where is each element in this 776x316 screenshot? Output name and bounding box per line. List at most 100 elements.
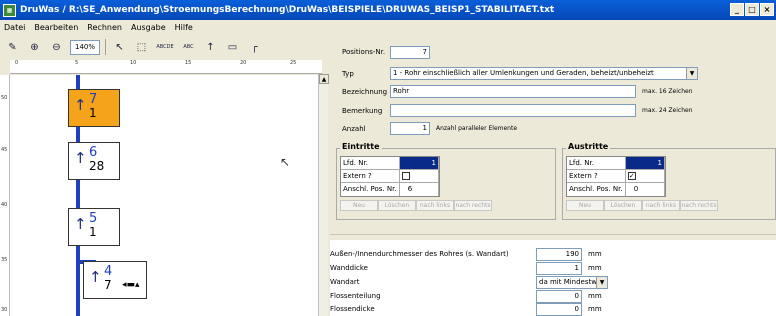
bemerkung-label: Bemerkung <box>342 107 383 115</box>
nach-links-button[interactable]: nach links <box>642 200 680 211</box>
pointer-icon[interactable]: ↖ <box>111 39 128 56</box>
loeschen-button[interactable]: Löschen <box>604 200 642 211</box>
anzahl-note: Anzahl paralleler Elemente <box>436 125 518 132</box>
type-select[interactable]: 1 - Rohr einschließlich aller Umlenkunge… <box>390 67 698 80</box>
edit-icon[interactable]: ✎ <box>4 39 21 56</box>
bezeichnung-input[interactable]: Rohr <box>390 85 636 98</box>
param-unit: mm <box>588 264 602 272</box>
vertical-scrollbar[interactable]: ▲ <box>318 74 329 316</box>
element-position: 5 <box>89 211 98 226</box>
extern-checkbox[interactable] <box>401 172 410 180</box>
param-row: Wanddicke 1 mm <box>330 262 776 275</box>
eintritte-grid: Lfd. Nr. 1 Extern ? Anschl. Pos. Nr. 6 <box>340 156 440 197</box>
text-abc-button[interactable]: ABC <box>180 39 197 56</box>
param-label: Außen-/Innendurchmesser des Rohres (s. W… <box>330 250 509 258</box>
ruler-v-label: 45 <box>1 147 8 153</box>
eintritte-buttons: Neu Löschen nach links nach rechts <box>340 200 492 211</box>
flow-arrow-icon: ↑ <box>74 149 87 167</box>
param-unit: mm <box>588 305 602 313</box>
nach-rechts-button[interactable]: nach rechts <box>680 200 718 211</box>
minimize-button[interactable]: _ <box>730 3 744 16</box>
select-rect-icon[interactable]: ⬚ <box>133 39 150 56</box>
ruler-v-label: 40 <box>1 202 8 208</box>
menu-ausgabe[interactable]: Ausgabe <box>131 23 166 32</box>
table-cell-label: Anschl. Pos. Nr. <box>341 183 400 196</box>
param-input[interactable]: 0 <box>536 303 582 316</box>
param-input[interactable]: 1 <box>536 262 582 275</box>
title-bar: ▦ DruWas / R:\SE_Anwendung\StroemungsBer… <box>0 0 776 20</box>
menu-datei[interactable]: Datei <box>4 23 25 32</box>
param-row: Außen-/Innendurchmesser des Rohres (s. W… <box>330 248 776 261</box>
zoom-field[interactable]: 140% <box>70 39 100 55</box>
param-input[interactable]: 0 <box>536 290 582 303</box>
ruler-h-label: 20 <box>240 60 247 66</box>
table-cell-label: Anschl. Pos. Nr. <box>567 183 626 196</box>
chevron-down-icon[interactable]: ▼ <box>596 277 607 288</box>
element-position: 6 <box>89 145 98 160</box>
table-cell-value[interactable]: 6 <box>400 183 439 196</box>
separator <box>105 39 106 55</box>
menu-bearbeiten[interactable]: Bearbeiten <box>34 23 78 32</box>
element-count: 7 <box>104 278 112 292</box>
nach-rechts-button[interactable]: nach rechts <box>454 200 492 211</box>
param-row: Wandart da mit Mindestwand ▼ <box>330 276 776 289</box>
table-cell-label: Extern ? <box>341 170 400 182</box>
parameter-panel: Außen-/Innendurchmesser des Rohres (s. W… <box>330 240 776 316</box>
diagram-canvas[interactable]: ↑ 7 1 ↑ 6 28 ↑ 5 1 ↑ 4 7 ◂▬▴ ↖ <box>10 75 318 316</box>
table-cell-value[interactable]: 1 <box>625 157 665 169</box>
wandart-select[interactable]: da mit Mindestwand ▼ <box>536 276 608 289</box>
extern-checkbox[interactable]: ✓ <box>627 172 636 180</box>
close-button[interactable]: × <box>760 3 774 16</box>
bemerkung-input[interactable] <box>390 104 636 117</box>
menu-rechnen[interactable]: Rechnen <box>87 23 122 32</box>
chevron-down-icon[interactable]: ▼ <box>686 68 697 79</box>
param-row: Flossenteilung 0 mm <box>330 290 776 303</box>
table-row: Extern ? ✓ <box>567 170 665 183</box>
heating-symbol-icon: ◂▬▴ <box>122 280 140 290</box>
eintritte-title: Eintritte <box>340 142 382 151</box>
ruler-h-label: 25 <box>290 60 297 66</box>
anzahl-label: Anzahl <box>342 125 366 133</box>
type-select-value: 1 - Rohr einschließlich aller Umlenkunge… <box>393 69 654 77</box>
table-cell-value[interactable]: ✓ <box>626 170 665 182</box>
flow-arrow-icon: ↑ <box>74 96 87 114</box>
pipe-element[interactable]: ↑ 4 7 ◂▬▴ <box>83 261 147 299</box>
zoom-in-icon[interactable]: ⊕ <box>26 39 43 56</box>
bemerkung-note: max. 24 Zeichen <box>642 107 693 114</box>
maximize-button[interactable]: □ <box>745 3 759 16</box>
corner-line-icon[interactable]: ┌ <box>246 39 263 56</box>
window-title: DruWas / R:\SE_Anwendung\StroemungsBerec… <box>20 5 555 15</box>
ruler-v-label: 50 <box>1 95 8 101</box>
zoom-out-icon[interactable]: ⊖ <box>48 39 65 56</box>
pipe-element[interactable]: ↑ 6 28 <box>68 142 120 180</box>
austritte-title: Austritte <box>566 142 611 151</box>
element-icon[interactable]: ▭ <box>224 39 241 56</box>
ruler-v-label: 35 <box>1 257 8 263</box>
menu-hilfe[interactable]: Hilfe <box>175 23 193 32</box>
ruler-v-label: 30 <box>1 307 8 313</box>
austritte-buttons: Neu Löschen nach links nach rechts <box>566 200 718 211</box>
table-cell-value[interactable] <box>400 170 439 182</box>
table-cell-value[interactable]: 0 <box>626 183 665 196</box>
pipe-element[interactable]: ↑ 5 1 <box>68 208 120 246</box>
anzahl-input[interactable]: 1 <box>390 122 430 135</box>
ruler-h-label: 10 <box>130 60 137 66</box>
austritte-grid: Lfd. Nr. 1 Extern ? ✓ Anschl. Pos. Nr. 0 <box>566 156 666 197</box>
loeschen-button[interactable]: Löschen <box>378 200 416 211</box>
nach-links-button[interactable]: nach links <box>416 200 454 211</box>
table-cell-value[interactable]: 1 <box>399 157 439 169</box>
scroll-up-icon[interactable]: ▲ <box>319 74 329 84</box>
pipe-element[interactable]: ↑ 7 1 <box>68 89 120 127</box>
neu-button[interactable]: Neu <box>566 200 604 211</box>
param-input[interactable]: 190 <box>536 248 582 261</box>
flow-arrow-icon: ↑ <box>89 268 102 286</box>
arrow-up-icon[interactable]: ↑ <box>202 39 219 56</box>
position-input[interactable]: 7 <box>390 46 430 59</box>
table-row: Anschl. Pos. Nr. 0 <box>567 183 665 196</box>
toolbar: ✎ ⊕ ⊖ 140% ↖ ⬚ ABCDE ABC ↑ ▭ ┌ <box>0 36 330 58</box>
param-label: Wanddicke <box>330 264 368 272</box>
menu-bar: Datei Bearbeiten Rechnen Ausgabe Hilfe <box>0 20 776 34</box>
param-unit: mm <box>588 292 602 300</box>
neu-button[interactable]: Neu <box>340 200 378 211</box>
text-abcde-button[interactable]: ABCDE <box>155 39 175 56</box>
